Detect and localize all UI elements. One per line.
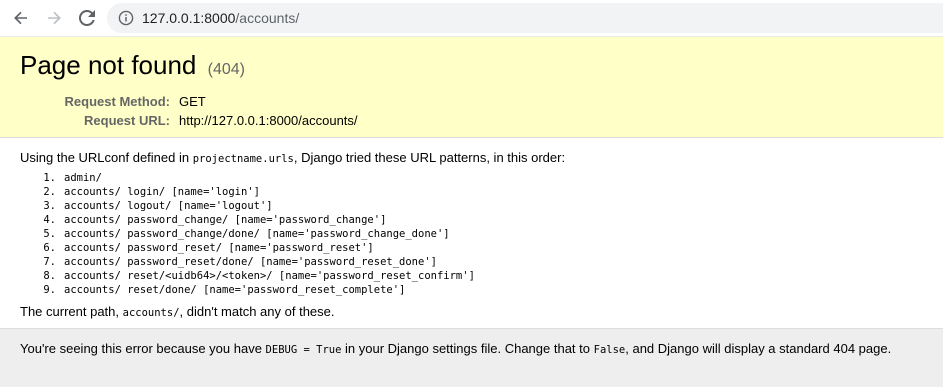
url-pattern-item: 5. accounts/ password_change/done/ [name=… <box>0 227 475 241</box>
pattern-number: 4. <box>43 214 56 226</box>
url-pattern-list: 1. admin/2. accounts/ login/ [name='login'… <box>0 171 475 297</box>
explanation-part-1: You're seeing this error because you hav… <box>20 341 266 356</box>
error-summary: Page not found (404) Request Method: GET… <box>0 37 943 138</box>
page-title-text: Page not found <box>20 50 197 80</box>
pattern-number: 7. <box>43 256 56 268</box>
false-code: False <box>593 344 626 356</box>
current-text-after: , didn't match any of these. <box>179 304 335 319</box>
status-code: (404) <box>207 61 245 78</box>
forward-arrow-icon <box>48 11 61 25</box>
info-icon[interactable] <box>118 10 134 26</box>
url-text[interactable]: 127.0.0.1:8000/accounts/ <box>142 10 299 26</box>
explanation-text: You're seeing this error because you hav… <box>20 341 891 358</box>
pattern-text: accounts/ logout/ [name='logout'] <box>64 200 273 212</box>
url-pattern-item: 6. accounts/ password_reset/ [name='passw… <box>0 241 475 255</box>
pattern-text: accounts/ password_reset/ [name='passwor… <box>64 242 374 254</box>
pattern-text: accounts/ password_reset/done/ [name='pa… <box>64 256 437 268</box>
pattern-text: accounts/ password_change/ [name='passwo… <box>64 214 387 226</box>
pattern-text: accounts/ reset/done/ [name='password_re… <box>64 284 406 296</box>
pattern-text: accounts/ password_change/done/ [name='p… <box>64 228 450 240</box>
explanation-part-2: in your Django settings file. Change tha… <box>341 341 594 356</box>
url-host: 127.0.0.1:8000 <box>142 10 236 26</box>
urlconf-module: projectname.urls <box>192 153 294 165</box>
urlconf-intro: Using the URLconf defined in projectname… <box>20 150 565 167</box>
url-pattern-item: 4. accounts/ password_change/ [name='pass… <box>0 213 475 227</box>
url-pattern-item: 1. admin/ <box>0 171 475 185</box>
debug-explanation: You're seeing this error because you hav… <box>0 329 943 387</box>
pattern-text: accounts/ reset/<uidb64>/<token>/ [name=… <box>64 270 475 282</box>
page-title: Page not found (404) <box>20 50 245 85</box>
pattern-number: 3. <box>43 200 56 212</box>
address-bar[interactable]: 127.0.0.1:8000/accounts/ <box>107 3 943 33</box>
reload-button[interactable] <box>75 6 99 30</box>
request-meta: Request Method: GET Request URL: http://… <box>60 92 358 130</box>
url-pattern-item: 7. accounts/ password_reset/done/ [name='… <box>0 255 475 269</box>
error-info: Using the URLconf defined in projectname… <box>0 138 943 329</box>
pattern-number: 1. <box>43 172 56 184</box>
intro-text-after: , Django tried these URL patterns, in th… <box>293 150 566 165</box>
forward-button[interactable] <box>42 6 66 30</box>
current-path: accounts/ <box>122 307 180 319</box>
request-url-label: Request URL: <box>84 113 170 128</box>
back-button[interactable] <box>9 6 33 30</box>
intro-text-before: Using the URLconf defined in <box>20 150 193 165</box>
back-arrow-icon <box>14 11 27 25</box>
pattern-text: admin/ <box>64 172 102 184</box>
pattern-number: 2. <box>43 186 56 198</box>
current-text-before: The current path, <box>20 304 123 319</box>
url-pattern-item: 9. accounts/ reset/done/ [name='password_… <box>0 283 475 297</box>
request-method-label: Request Method: <box>64 94 170 109</box>
request-url-value: http://127.0.0.1:8000/accounts/ <box>179 113 358 128</box>
pattern-number: 8. <box>43 270 56 282</box>
url-pattern-item: 3. accounts/ logout/ [name='logout'] <box>0 199 475 213</box>
pattern-number: 5. <box>43 228 56 240</box>
pattern-text: accounts/ login/ [name='login'] <box>64 186 260 198</box>
url-pattern-item: 2. accounts/ login/ [name='login'] <box>0 185 475 199</box>
reload-icon <box>79 10 95 26</box>
request-url-row: Request URL: http://127.0.0.1:8000/accou… <box>60 111 358 130</box>
url-path: /accounts/ <box>235 10 300 26</box>
debug-setting-code: DEBUG = True <box>265 344 342 356</box>
pattern-number: 9. <box>43 284 56 296</box>
explanation-part-3: , and Django will display a standard 404… <box>625 341 892 356</box>
current-path-message: The current path, accounts/, didn't matc… <box>20 304 335 321</box>
browser-toolbar: 127.0.0.1:8000/accounts/ <box>0 0 943 37</box>
pattern-number: 6. <box>43 242 56 254</box>
request-method-value: GET <box>179 94 206 109</box>
url-pattern-item: 8. accounts/ reset/<uidb64>/<token>/ [nam… <box>0 269 475 283</box>
request-method-row: Request Method: GET <box>60 92 358 111</box>
